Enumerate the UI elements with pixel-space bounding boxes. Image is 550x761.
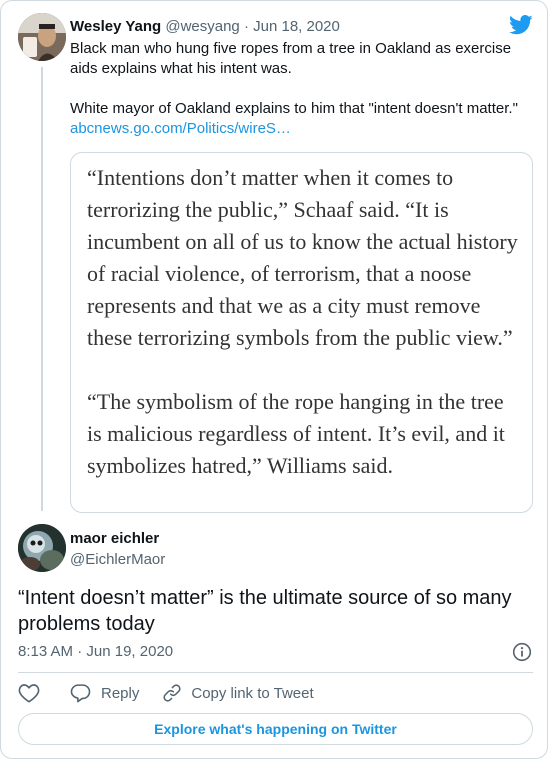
tweet-date: Jun 19, 2020	[86, 643, 174, 660]
reply-button[interactable]: Reply	[70, 683, 139, 703]
user-photo-avatar	[18, 524, 66, 572]
copy-link-label: Copy link to Tweet	[191, 684, 314, 702]
main-tweet-text: “Intent doesn’t matter” is the ultimate …	[18, 587, 512, 635]
like-button[interactable]	[18, 683, 40, 703]
info-icon[interactable]	[512, 642, 532, 662]
main-author-name[interactable]: maor eichler	[70, 530, 159, 547]
parent-author-name[interactable]: Wesley Yang	[70, 18, 161, 35]
thread-connector-line	[41, 67, 43, 511]
main-author-handle[interactable]: @EichlerMaor	[70, 551, 165, 568]
reply-label: Reply	[101, 684, 140, 702]
article-link[interactable]: abcnews.go.com/Politics/wireS…	[70, 120, 291, 137]
header-separator: ·	[243, 18, 249, 35]
quote-paragraph-2: “The symbolism of the rope hanging in th…	[87, 389, 505, 478]
timestamp-separator: ·	[77, 643, 83, 660]
copy-link-button[interactable]: Copy link to Tweet	[162, 683, 314, 703]
divider	[18, 672, 533, 673]
parent-tweet-line-1: Black man who hung five ropes from a tre…	[70, 40, 512, 77]
tweet-embed-card: Wesley Yang @wesyang · Jun 18, 2020 Blac…	[0, 0, 548, 759]
parent-tweet-text: Black man who hung five ropes from a tre…	[70, 39, 532, 139]
tweet-time: 8:13 AM	[18, 643, 74, 660]
tweet-actions: Reply Copy link to Tweet	[18, 681, 314, 705]
heart-icon	[18, 684, 40, 703]
quote-paragraph-1: “Intentions don’t matter when it comes t…	[87, 165, 518, 350]
parent-tweet-avatar[interactable]	[18, 13, 66, 61]
link-icon	[163, 684, 181, 702]
article-quote-image[interactable]: “Intentions don’t matter when it comes t…	[70, 152, 533, 513]
reply-bubble-icon	[70, 684, 91, 703]
user-photo-avatar	[18, 13, 66, 61]
parent-author-handle[interactable]: @wesyang	[165, 18, 239, 35]
parent-tweet-header: Wesley Yang @wesyang · Jun 18, 2020	[70, 18, 340, 35]
parent-tweet-date[interactable]: Jun 18, 2020	[253, 18, 340, 35]
twitter-bird-icon[interactable]	[509, 15, 533, 35]
parent-tweet-line-2: White mayor of Oakland explains to him t…	[70, 100, 518, 117]
main-tweet-avatar[interactable]	[18, 524, 66, 572]
main-tweet-timestamp[interactable]: 8:13 AM · Jun 19, 2020	[18, 643, 173, 660]
explore-twitter-button[interactable]: Explore what's happening on Twitter	[18, 713, 533, 745]
